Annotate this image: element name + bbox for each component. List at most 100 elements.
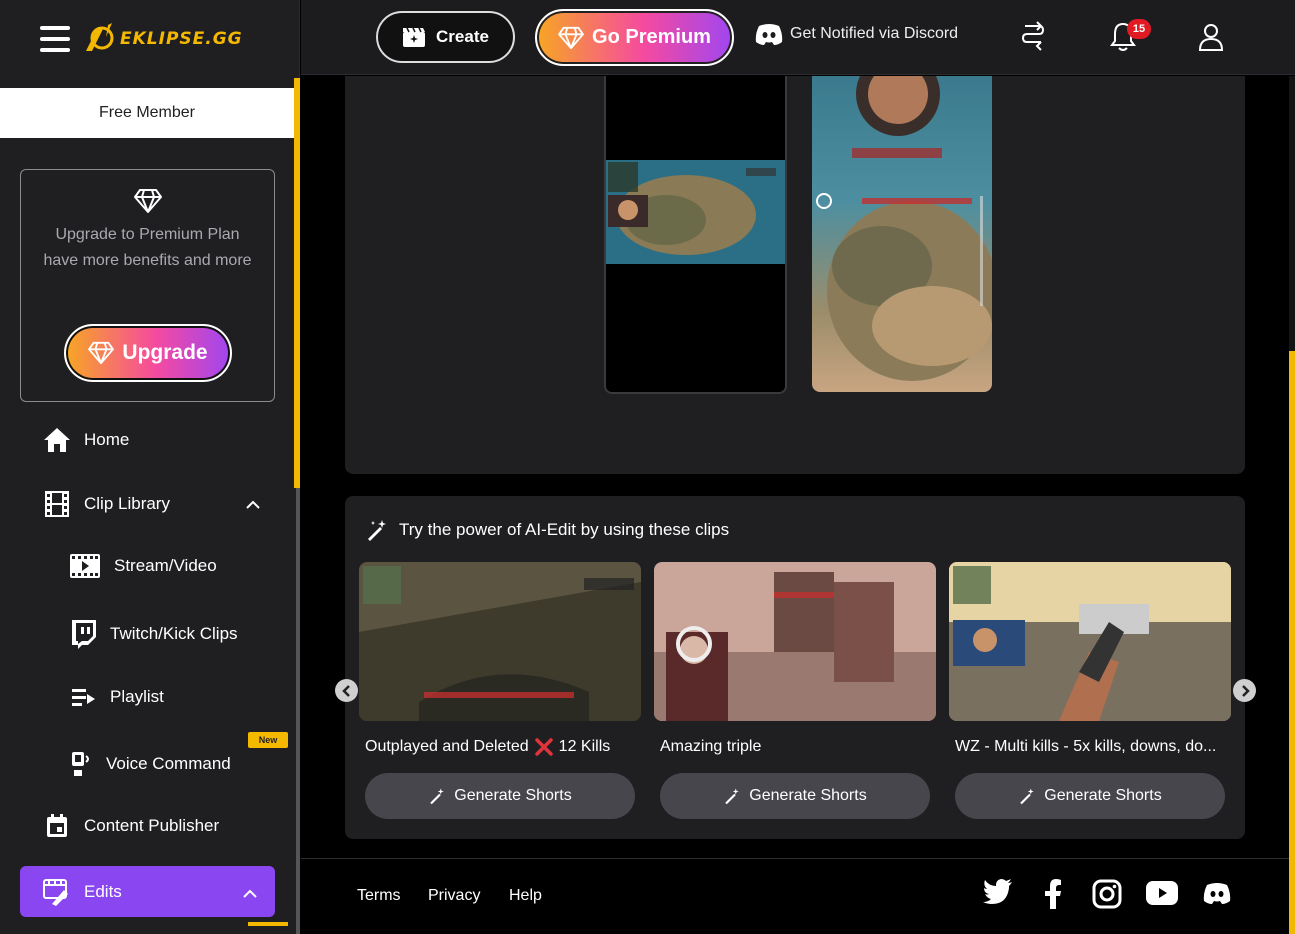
upgrade-card: Upgrade to Premium Plan have more benefi… [20, 169, 275, 402]
format-preview-panel [345, 76, 1245, 474]
magic-wand-icon [725, 788, 740, 805]
sidebar-item-clip-library[interactable]: Clip Library [42, 490, 270, 518]
sidebar-item-label: Playlist [110, 687, 164, 706]
membership-status: Free Member [0, 88, 294, 138]
clip-thumbnail[interactable] [359, 562, 641, 721]
sidebar-item-label: Twitch/Kick Clips [110, 624, 238, 643]
clip-title: WZ - Multi kills - 5x kills, downs, do..… [955, 738, 1225, 756]
brand-name: EKLIPSE.GG [120, 29, 243, 49]
topbar: Create Go Premium Get Notified via Disco… [301, 0, 1295, 75]
voice-command-icon [68, 750, 96, 778]
sidebar-item-voice-command[interactable]: Voice Command [68, 750, 231, 778]
clip-thumbnail[interactable] [654, 562, 936, 721]
generate-shorts-label: Generate Shorts [454, 787, 572, 804]
red-cross-icon [534, 738, 553, 756]
diamond-icon [88, 341, 115, 365]
generate-shorts-label: Generate Shorts [1044, 787, 1162, 804]
clapperboard-sparkle-icon [403, 27, 426, 47]
diamond-icon [21, 188, 274, 214]
discord-link-label: Get Notified via Discord [790, 25, 959, 42]
brand-logo[interactable]: EKLIPSE.GG [82, 21, 243, 57]
clip-title: Amazing triple [660, 738, 930, 756]
clip-title: Outplayed and Deleted 12 Kills [365, 738, 635, 756]
edit-film-icon [42, 878, 70, 906]
home-icon [42, 426, 72, 454]
magic-wand-icon [1020, 788, 1035, 805]
upgrade-button-label: Upgrade [122, 341, 208, 364]
footer-link-help[interactable]: Help [509, 887, 542, 905]
generate-shorts-button[interactable]: Generate Shorts [660, 773, 930, 819]
diamond-icon [558, 26, 584, 49]
sidebar-item-label: Voice Command [106, 754, 231, 773]
sidebar-item-edits[interactable]: Edits [20, 866, 275, 917]
create-button-label: Create [436, 27, 489, 46]
sidebar-item-home[interactable]: Home [42, 426, 129, 454]
gameplay-thumbnail [606, 160, 785, 264]
generate-shorts-button[interactable]: Generate Shorts [365, 773, 635, 819]
magic-wand-icon [430, 788, 445, 805]
new-badge: New [248, 732, 288, 748]
edits-badge-stub [248, 922, 288, 926]
go-premium-button[interactable]: Go Premium [535, 9, 734, 66]
discord-icon [755, 24, 783, 45]
discord-notify-link[interactable]: Get Notified via Discord [754, 22, 958, 46]
clip-thumbnail[interactable] [949, 562, 1231, 721]
create-button[interactable]: Create [376, 11, 515, 63]
carousel-next-button[interactable] [1233, 679, 1256, 702]
chevron-right-icon [1241, 684, 1250, 697]
clip-title-text: Amazing triple [660, 738, 762, 755]
user-icon[interactable] [1198, 22, 1224, 57]
ai-edit-title: Try the power of AI-Edit by using these … [399, 520, 730, 539]
ai-edit-heading: Try the power of AI-Edit by using these … [365, 518, 729, 542]
upgrade-description: Upgrade to Premium Plan have more benefi… [43, 226, 252, 269]
clip-card[interactable]: WZ - Multi kills - 5x kills, downs, do..… [949, 562, 1231, 819]
main-scrollbar-thumb[interactable] [1289, 351, 1295, 934]
magic-wand-icon [368, 520, 386, 541]
twitter-icon[interactable] [983, 879, 1013, 910]
footer-link-privacy[interactable]: Privacy [428, 887, 480, 905]
discord-icon[interactable] [1201, 881, 1233, 910]
generate-shorts-label: Generate Shorts [749, 787, 867, 804]
clip-title-suffix: 12 Kills [558, 738, 611, 755]
sidebar-accent-bar [294, 78, 300, 488]
carousel-prev-button[interactable] [335, 679, 358, 702]
sidebar-item-label: Clip Library [84, 494, 170, 513]
upgrade-button[interactable]: Upgrade [64, 324, 232, 382]
layout-preview-split[interactable] [812, 76, 992, 392]
film-icon [42, 490, 72, 518]
chevron-up-icon[interactable] [243, 883, 257, 903]
main-scrollbar[interactable] [1289, 76, 1295, 934]
notification-count-badge: 15 [1127, 19, 1151, 39]
clip-card[interactable]: Amazing triple Generate Shorts [654, 562, 936, 819]
sidebar-item-label: Edits [84, 881, 122, 901]
calendar-icon [42, 813, 72, 839]
sidebar-item-twitch-kick-clips[interactable]: Twitch/Kick Clips [68, 619, 238, 649]
clip-title-text: WZ - Multi kills - 5x kills, downs, do..… [955, 738, 1217, 755]
logo-row: EKLIPSE.GG [0, 0, 300, 78]
sidebar-item-label: Stream/Video [114, 556, 217, 575]
main-content: Try the power of AI-Edit by using these … [301, 76, 1289, 934]
switch-icon[interactable] [1019, 20, 1047, 57]
sidebar-item-label: Content Publisher [84, 816, 220, 835]
gameplay-thumbnail [816, 76, 992, 381]
go-premium-label: Go Premium [592, 26, 711, 48]
sidebar-item-stream-video[interactable]: Stream/Video [68, 553, 217, 579]
menu-icon[interactable] [40, 26, 70, 52]
generate-shorts-button[interactable]: Generate Shorts [955, 773, 1225, 819]
sidebar-scrollbar[interactable] [296, 488, 300, 934]
clip-title-text: Outplayed and Deleted [365, 738, 529, 755]
sidebar-item-label: Home [84, 430, 130, 449]
ai-edit-panel: Try the power of AI-Edit by using these … [335, 496, 1256, 839]
youtube-icon[interactable] [1146, 881, 1178, 910]
clip-card[interactable]: Outplayed and Deleted 12 Kills Generate … [359, 562, 641, 819]
footer: Terms Privacy Help [301, 858, 1289, 934]
layout-preview-letterbox[interactable] [604, 76, 787, 394]
chevron-up-icon[interactable] [246, 494, 260, 514]
sidebar-item-playlist[interactable]: Playlist [68, 686, 164, 708]
instagram-icon[interactable] [1092, 879, 1122, 914]
facebook-icon[interactable] [1044, 879, 1062, 914]
app-root: EKLIPSE.GG Free Member Upgrade to Premiu… [0, 0, 1295, 934]
footer-link-terms[interactable]: Terms [357, 887, 401, 905]
sidebar-item-content-publisher[interactable]: Content Publisher [42, 813, 219, 839]
eklipse-logo-icon [86, 23, 114, 51]
